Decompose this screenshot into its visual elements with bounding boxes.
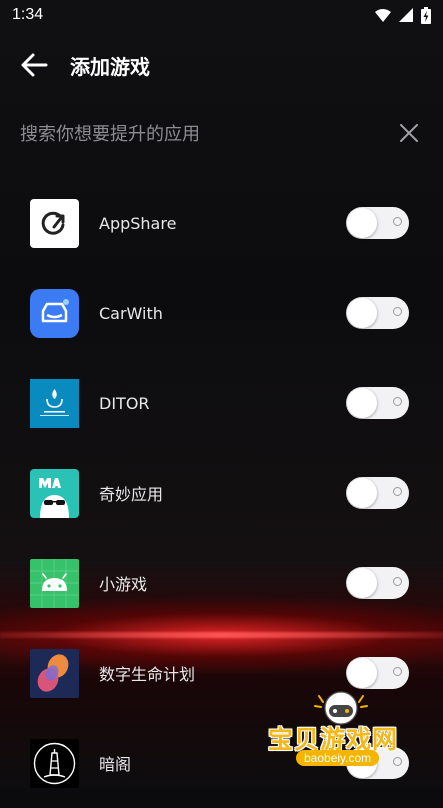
watermark-logo: 宝贝游戏网 baobeiy.com (266, 688, 416, 783)
list-item[interactable]: CarWith (0, 268, 443, 358)
app-name: CarWith (99, 303, 163, 323)
close-icon (400, 124, 418, 142)
digital-life-icon (30, 648, 79, 698)
app-toggle[interactable] (346, 207, 409, 239)
list-item[interactable]: AppShare (0, 178, 443, 268)
list-item[interactable]: DITOR (0, 358, 443, 448)
list-item[interactable]: 小游戏 (0, 538, 443, 628)
lighthouse-icon (30, 738, 79, 788)
search-bar[interactable]: 搜索你想要提升的应用 (20, 110, 423, 156)
app-name: 奇妙应用 (99, 485, 164, 504)
status-bar: 1:34 (0, 0, 443, 30)
search-input[interactable]: 搜索你想要提升的应用 (20, 120, 200, 146)
wifi-icon (375, 8, 391, 22)
battery-icon (421, 6, 431, 24)
page-title: 添加游戏 (70, 54, 150, 79)
app-toggle[interactable] (346, 477, 409, 509)
app-header: 添加游戏 (0, 40, 443, 90)
signal-icon (399, 8, 413, 22)
appshare-icon (30, 198, 79, 248)
app-name: 数字生命计划 (99, 665, 196, 684)
app-name: 暗阁 (99, 755, 132, 774)
arrow-left-icon (21, 53, 48, 77)
back-button[interactable] (14, 45, 54, 85)
app-toggle[interactable] (346, 297, 409, 329)
status-time: 1:34 (12, 6, 44, 23)
app-name: 小游戏 (99, 575, 148, 594)
app-toggle[interactable] (346, 567, 409, 599)
app-name: DITOR (99, 393, 150, 413)
watermark-url: baobeiy.com (296, 750, 380, 766)
android-icon (30, 558, 79, 608)
app-toggle[interactable] (346, 387, 409, 419)
list-item[interactable]: 奇妙应用 (0, 448, 443, 538)
clear-search-button[interactable] (395, 119, 423, 147)
magic-icon (30, 468, 79, 518)
app-toggle[interactable] (346, 657, 409, 689)
ditor-icon (30, 378, 79, 428)
carwith-icon (30, 288, 79, 338)
app-name: AppShare (99, 213, 177, 233)
